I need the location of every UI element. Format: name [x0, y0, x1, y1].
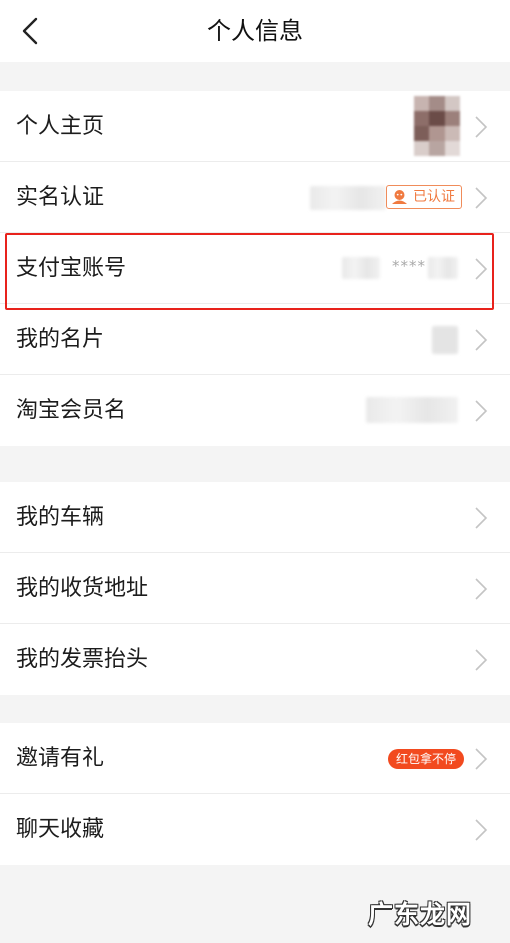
row-business-card[interactable]: 我的名片 [0, 304, 510, 375]
shipping-address-label: 我的收货地址 [16, 576, 149, 601]
verified-badge: 已认证 [386, 185, 462, 209]
row-taobao-name[interactable]: 淘宝会员名 [0, 375, 510, 446]
verified-person-icon [392, 190, 407, 204]
avatar [414, 96, 460, 156]
blurred-account-suffix [428, 257, 458, 279]
services-group: 我的车辆 我的收货地址 我的发票抬头 [0, 482, 510, 695]
chevron-right-icon [475, 578, 488, 600]
page-title: 个人信息 [207, 17, 303, 45]
chevron-right-icon [475, 329, 488, 351]
row-invite-rewards[interactable]: 邀请有礼 红包拿不停 [0, 723, 510, 794]
row-invoice-title[interactable]: 我的发票抬头 [0, 624, 510, 695]
chevron-right-icon [475, 507, 488, 529]
row-homepage[interactable]: 个人主页 [0, 91, 510, 162]
top-nav-bar: 个人信息 [0, 0, 510, 62]
chat-favorites-label: 聊天收藏 [16, 817, 105, 842]
chevron-right-icon [475, 649, 488, 671]
chevron-right-icon [475, 187, 488, 209]
my-vehicles-label: 我的车辆 [16, 505, 105, 530]
business-card-label: 我的名片 [16, 327, 105, 352]
masked-account-text: **** [392, 257, 426, 275]
row-inner: 我的收货地址 [16, 553, 510, 623]
invite-rewards-label: 邀请有礼 [16, 746, 105, 771]
row-alipay-account[interactable]: 支付宝账号 **** [0, 233, 510, 304]
profile-info-group: 个人主页 实名认证 已认证 支付宝账号 **** 我的名片 淘宝会员名 [0, 91, 510, 446]
homepage-label: 个人主页 [16, 114, 105, 139]
row-chat-favorites[interactable]: 聊天收藏 [0, 794, 510, 865]
row-inner: 我的车辆 [16, 482, 510, 552]
chevron-right-icon [475, 400, 488, 422]
blurred-name [310, 186, 386, 210]
row-shipping-address[interactable]: 我的收货地址 [0, 553, 510, 624]
blurred-account-prefix [342, 257, 380, 279]
blurred-taobao-name [366, 397, 458, 423]
row-inner: 聊天收藏 [16, 794, 510, 865]
row-my-vehicles[interactable]: 我的车辆 [0, 482, 510, 553]
chevron-right-icon [475, 748, 488, 770]
red-packet-badge: 红包拿不停 [387, 749, 464, 769]
chevron-right-icon [475, 116, 488, 138]
chevron-right-icon [475, 819, 488, 841]
row-inner: 我的发票抬头 [16, 624, 510, 695]
misc-group: 邀请有礼 红包拿不停 聊天收藏 [0, 723, 510, 865]
row-realname[interactable]: 实名认证 已认证 [0, 162, 510, 233]
realname-label: 实名认证 [16, 185, 105, 210]
taobao-name-label: 淘宝会员名 [16, 398, 127, 423]
chevron-right-icon [475, 258, 488, 280]
qr-code-thumbnail [432, 326, 458, 354]
alipay-account-label: 支付宝账号 [16, 256, 127, 281]
verified-badge-text: 已认证 [413, 189, 455, 205]
invoice-title-label: 我的发票抬头 [16, 647, 149, 672]
watermark: 广东龙网 [367, 900, 472, 929]
